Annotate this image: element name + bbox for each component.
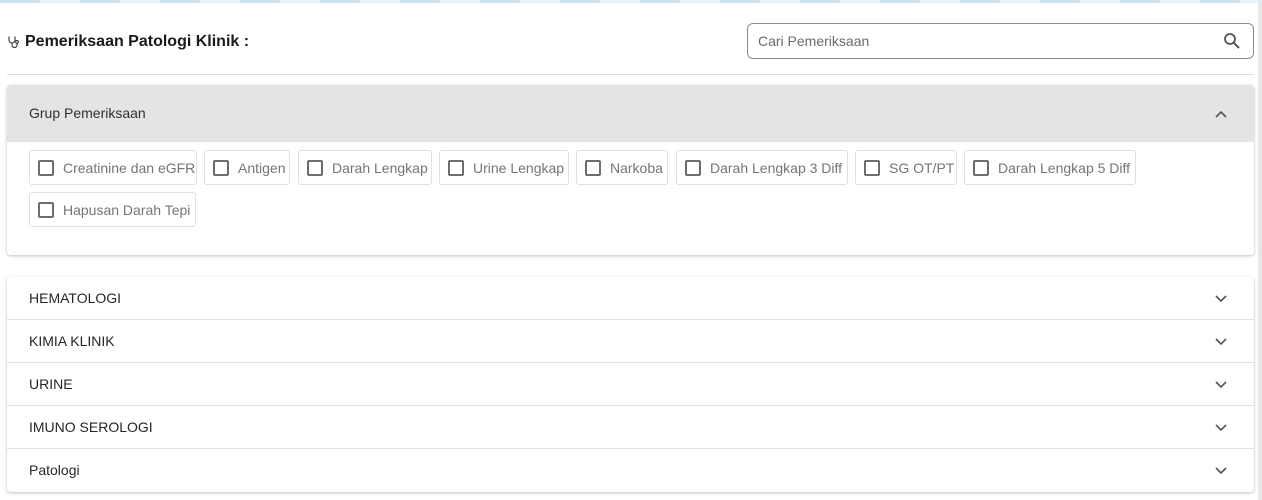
chip-darah-lengkap[interactable]: Darah Lengkap — [298, 150, 432, 185]
section-label: URINE — [29, 376, 73, 392]
header: Pemeriksaan Patologi Klinik : — [7, 23, 1254, 59]
page-title-wrap: Pemeriksaan Patologi Klinik : — [7, 31, 249, 53]
header-divider — [7, 74, 1254, 75]
exam-accordion: HEMATOLOGI KIMIA KLINIK URINE IMUNO SERO… — [7, 277, 1254, 492]
section-imuno-serologi[interactable]: IMUNO SEROLOGI — [7, 406, 1254, 449]
top-border — [0, 0, 1262, 3]
group-header[interactable]: Grup Pemeriksaan — [7, 85, 1254, 142]
chevron-down-icon[interactable] — [1214, 420, 1228, 434]
group-panel: Grup Pemeriksaan Creatinine dan eGFR Ant… — [7, 85, 1254, 255]
chip-label: Creatinine dan eGFR — [63, 159, 196, 176]
checkbox[interactable] — [973, 159, 989, 176]
chip-urine-lengkap[interactable]: Urine Lengkap — [439, 150, 569, 185]
checkbox[interactable] — [864, 159, 880, 176]
chevron-up-icon[interactable] — [1214, 107, 1228, 121]
chevron-down-icon[interactable] — [1214, 377, 1228, 391]
checkbox[interactable] — [448, 159, 464, 176]
section-hematologi[interactable]: HEMATOLOGI — [7, 277, 1254, 320]
checkbox[interactable] — [685, 159, 701, 176]
section-label: IMUNO SEROLOGI — [29, 419, 153, 435]
chip-label: Narkoba — [610, 159, 663, 176]
chip-narkoba[interactable]: Narkoba — [576, 150, 668, 185]
chip-label: Darah Lengkap 3 Diff — [710, 159, 843, 176]
checkbox[interactable] — [38, 159, 54, 176]
checkbox[interactable] — [585, 159, 601, 176]
checkbox[interactable] — [38, 201, 54, 218]
search-icon[interactable] — [1223, 32, 1241, 50]
chevron-down-icon[interactable] — [1214, 463, 1228, 477]
chip-label: Antigen — [238, 159, 286, 176]
chevron-down-icon[interactable] — [1214, 291, 1228, 305]
section-label: KIMIA KLINIK — [29, 333, 115, 349]
chip-darah-lengkap-3-diff[interactable]: Darah Lengkap 3 Diff — [676, 150, 848, 185]
chevron-down-icon[interactable] — [1214, 334, 1228, 348]
chip-hapusan-darah-tepi[interactable]: Hapusan Darah Tepi — [29, 192, 196, 227]
chip-antigen[interactable]: Antigen — [204, 150, 290, 185]
search-box[interactable] — [747, 23, 1254, 59]
chip-sg-ot-pt[interactable]: SG OT/PT — [855, 150, 957, 185]
chip-creatinine-egfr[interactable]: Creatinine dan eGFR — [29, 150, 197, 185]
section-urine[interactable]: URINE — [7, 363, 1254, 406]
chip-label: Hapusan Darah Tepi — [63, 201, 191, 218]
chip-label: Darah Lengkap 5 Diff — [998, 159, 1131, 176]
chip-label: Urine Lengkap — [473, 159, 565, 176]
chip-label: SG OT/PT — [889, 159, 955, 176]
section-label: HEMATOLOGI — [29, 290, 122, 306]
section-label: Patologi — [29, 462, 80, 478]
checkbox[interactable] — [307, 159, 323, 176]
checkbox[interactable] — [213, 159, 229, 176]
scrollbar[interactable] — [1258, 0, 1262, 500]
search-input[interactable] — [758, 24, 1218, 58]
group-header-label: Grup Pemeriksaan — [29, 105, 146, 121]
chip-darah-lengkap-5-diff[interactable]: Darah Lengkap 5 Diff — [964, 150, 1136, 185]
stethoscope-icon — [7, 35, 21, 49]
section-patologi[interactable]: Patologi — [7, 449, 1254, 491]
chip-label: Darah Lengkap — [332, 159, 428, 176]
section-kimia-klinik[interactable]: KIMIA KLINIK — [7, 320, 1254, 363]
page-title: Pemeriksaan Patologi Klinik : — [25, 33, 250, 50]
